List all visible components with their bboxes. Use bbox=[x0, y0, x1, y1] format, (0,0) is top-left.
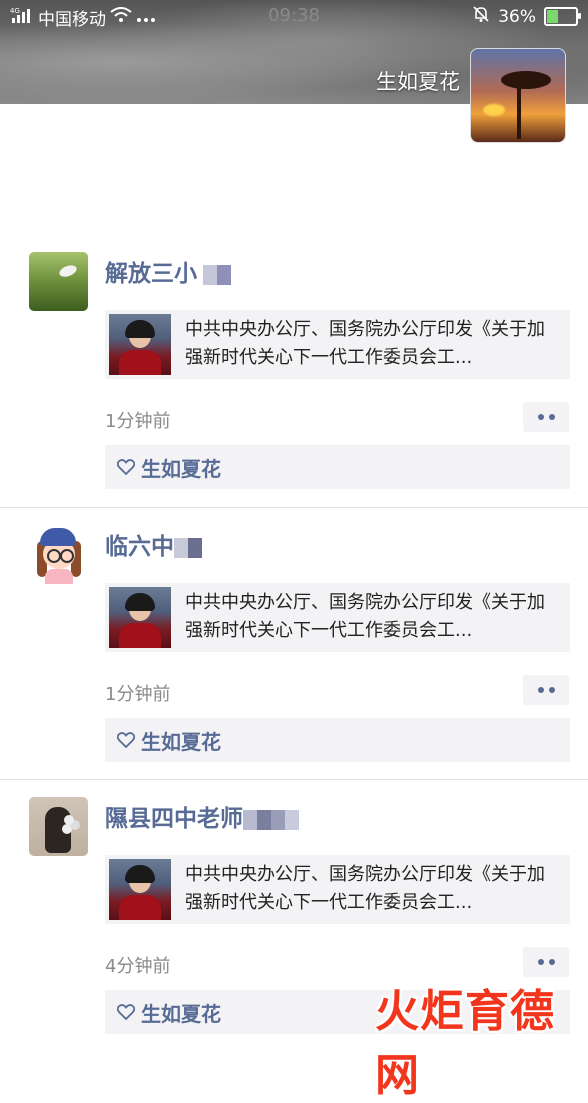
redacted-mosaic bbox=[174, 537, 202, 558]
post-time: 1分钟前 bbox=[105, 411, 171, 432]
post-time: 1分钟前 bbox=[105, 684, 171, 705]
heart-icon bbox=[115, 456, 137, 478]
likes-bar: 生如夏花 bbox=[105, 718, 570, 762]
likes-bar: 生如夏花 bbox=[105, 445, 570, 489]
redacted-mosaic bbox=[203, 264, 231, 285]
divider bbox=[0, 779, 588, 780]
comment-like-menu-button[interactable] bbox=[523, 947, 569, 977]
comment-like-menu-button[interactable] bbox=[523, 675, 569, 705]
article-title: 中共中央办公厅、国务院办公厅印发《关于加强新时代关心下一代工作委员会工... bbox=[185, 592, 545, 641]
article-title: 中共中央办公厅、国务院办公厅印发《关于加强新时代关心下一代工作委员会工... bbox=[185, 864, 545, 913]
user-name[interactable]: 解放三小 bbox=[105, 254, 231, 288]
liker-name[interactable]: 生如夏花 bbox=[141, 453, 221, 482]
article-title: 中共中央办公厅、国务院办公厅印发《关于加强新时代关心下一代工作委员会工... bbox=[185, 319, 545, 368]
user-name[interactable]: 临六中 bbox=[105, 527, 202, 561]
article-thumbnail bbox=[109, 859, 171, 920]
liker-name[interactable]: 生如夏花 bbox=[141, 726, 221, 755]
shared-article-card[interactable]: 中共中央办公厅、国务院办公厅印发《关于加强新时代关心下一代工作委员会工... bbox=[105, 583, 570, 652]
post-time: 4分钟前 bbox=[105, 956, 171, 977]
comment-like-menu-button[interactable] bbox=[523, 402, 569, 432]
shared-article-card[interactable]: 中共中央办公厅、国务院办公厅印发《关于加强新时代关心下一代工作委员会工... bbox=[105, 855, 570, 924]
divider bbox=[0, 507, 588, 508]
heart-icon bbox=[115, 729, 137, 751]
user-avatar[interactable] bbox=[29, 525, 88, 584]
user-avatar[interactable] bbox=[29, 797, 88, 856]
status-right-group: 36% bbox=[472, 5, 581, 28]
heart-icon bbox=[115, 1001, 137, 1023]
redacted-mosaic bbox=[243, 809, 299, 830]
profile-avatar[interactable] bbox=[470, 48, 566, 143]
profile-name: 生如夏花 bbox=[376, 70, 460, 94]
shared-article-card[interactable]: 中共中央办公厅、国务院办公厅印发《关于加强新时代关心下一代工作委员会工... bbox=[105, 310, 570, 379]
user-avatar[interactable] bbox=[29, 252, 88, 311]
battery-percent: 36% bbox=[498, 6, 536, 27]
article-thumbnail bbox=[109, 314, 171, 375]
user-name[interactable]: 隰县四中老师 bbox=[105, 799, 299, 833]
liker-name[interactable]: 生如夏花 bbox=[141, 998, 221, 1027]
article-thumbnail bbox=[109, 587, 171, 648]
mute-bell-icon bbox=[472, 5, 490, 28]
status-bar: 4G 中国移动 09:38 36% bbox=[0, 0, 588, 32]
battery-icon bbox=[544, 7, 581, 26]
watermark-logo: 火炬育德网 bbox=[375, 986, 555, 1101]
